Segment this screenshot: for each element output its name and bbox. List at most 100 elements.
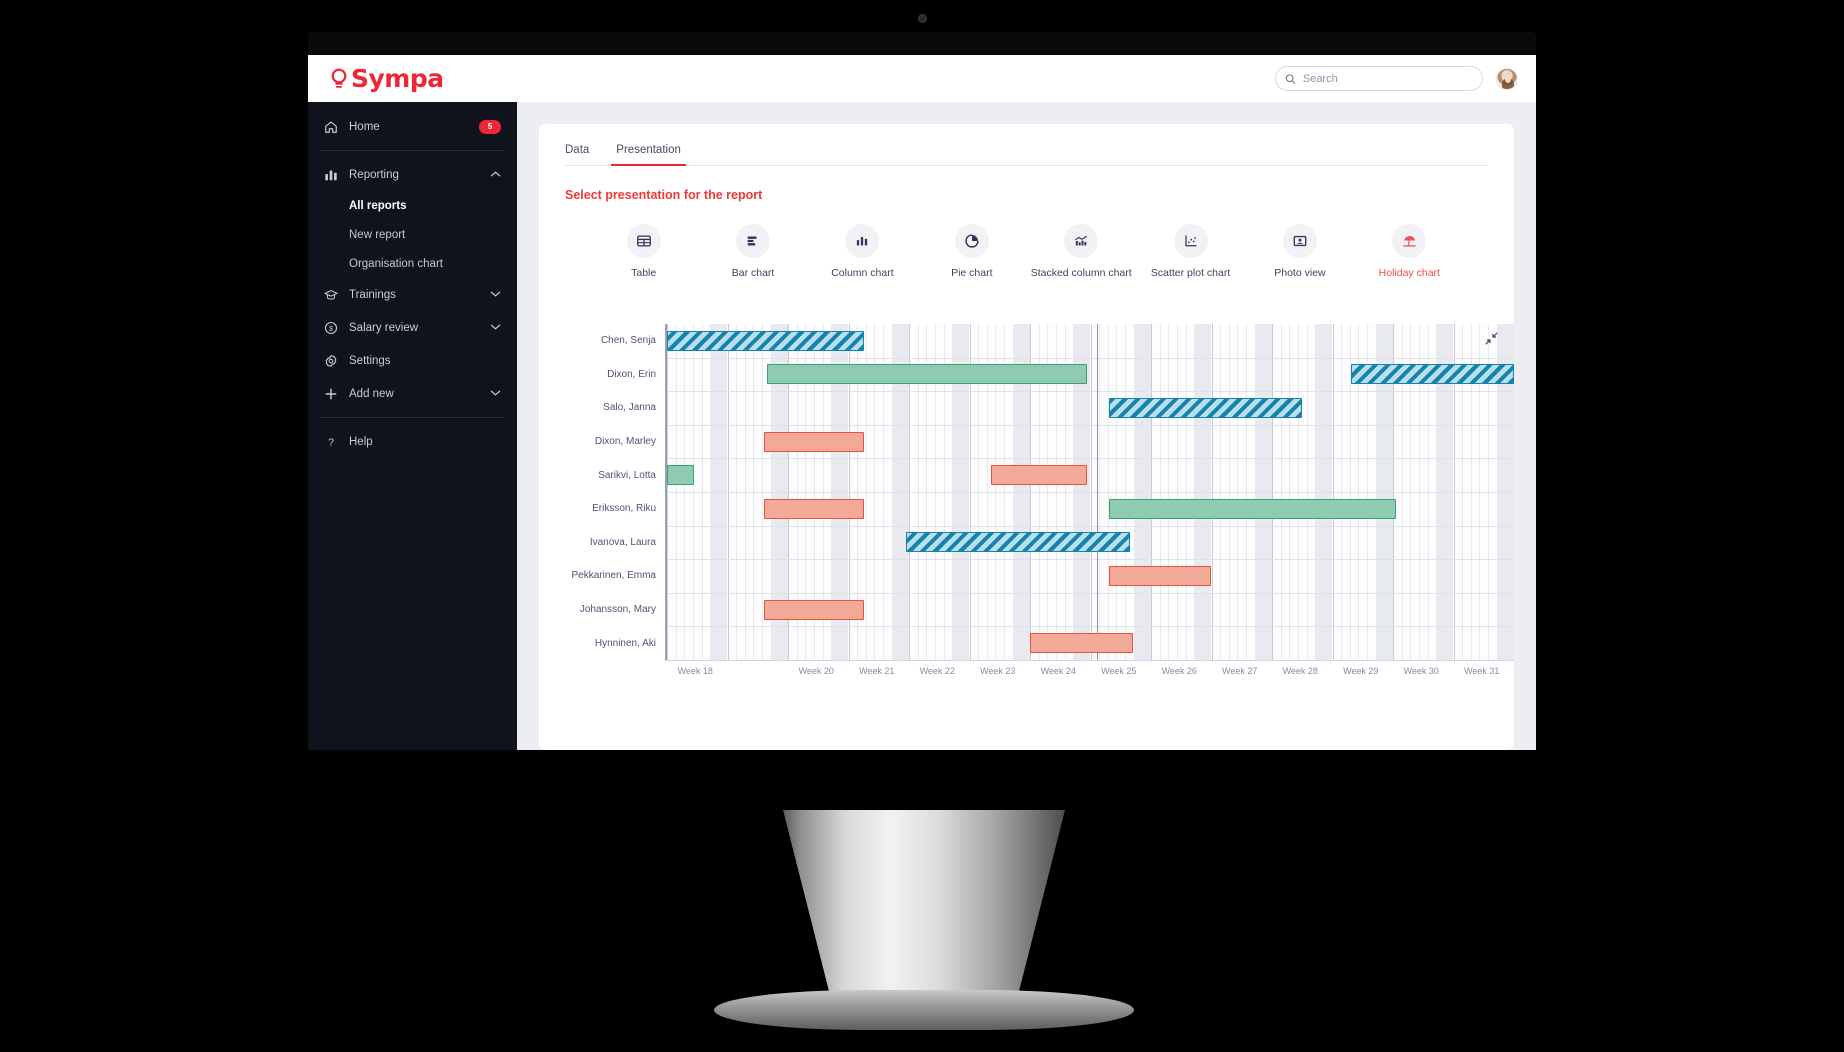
presentation-option-label: Pie chart <box>951 267 993 279</box>
svg-text:$: $ <box>329 325 333 332</box>
presentation-option-pie-chart[interactable]: Pie chart <box>917 224 1026 280</box>
tab-data[interactable]: Data <box>565 144 589 165</box>
sidebar-item-label: Reporting <box>349 168 399 181</box>
presentation-option-bar-chart[interactable]: Bar chart <box>698 224 807 280</box>
sidebar-item-label: Settings <box>349 354 391 367</box>
gantt-bar[interactable] <box>1350 364 1514 385</box>
sidebar-subitem-label: Organisation chart <box>349 257 443 270</box>
sidebar-item-organisation-chart[interactable]: Organisation chart <box>308 249 517 278</box>
sidebar-item-help[interactable]: ? Help <box>308 425 517 458</box>
gantt-bar[interactable] <box>766 364 1088 385</box>
presentation-option-column-chart[interactable]: Column chart <box>808 224 917 280</box>
holiday-gantt-chart: Chen, Senja Dixon, Erin Salo, Janna Dixon, … <box>565 324 1514 750</box>
monitor-stand-base <box>714 990 1134 1030</box>
gantt-plot-area[interactable] <box>665 324 1514 660</box>
graduation-cap-icon <box>324 288 338 302</box>
gantt-row-label: Johansson, Mary <box>579 604 656 616</box>
presentation-option-label: Photo view <box>1274 267 1326 279</box>
week-tick-label: Week 23 <box>980 666 1016 676</box>
scatter-plot-icon <box>1173 224 1208 258</box>
report-panel: Data Presentation Select presentation fo… <box>539 124 1514 750</box>
page-title: Select presentation for the report <box>565 188 763 202</box>
sidebar-divider-top <box>320 150 505 151</box>
presentation-option-photo-view[interactable]: Photo view <box>1245 224 1354 280</box>
gantt-row-label: Eriksson, Riku <box>592 503 656 515</box>
presentation-option-holiday-chart[interactable]: Holiday chart <box>1355 224 1464 280</box>
gantt-week-axis: Week 18 Week 20 Week 21 Week 22 Week 23 Week … <box>665 660 1514 682</box>
tab-presentation[interactable]: Presentation <box>611 144 686 166</box>
sidebar-item-salary-review[interactable]: $ Salary review <box>308 311 517 344</box>
gantt-bar[interactable] <box>1030 633 1133 654</box>
presentation-option-table[interactable]: Table <box>589 224 698 280</box>
photo-view-icon <box>1282 224 1317 258</box>
gantt-bar[interactable] <box>763 599 864 620</box>
week-tick-label: Week 24 <box>1040 666 1076 676</box>
presentation-option-scatter-plot-chart[interactable]: Scatter plot chart <box>1136 224 1245 280</box>
search-box[interactable] <box>1275 66 1483 91</box>
row-gridline <box>667 492 1514 493</box>
row-gridline <box>667 525 1514 527</box>
week-tick-label: Week 31 <box>1464 666 1500 676</box>
bar-chart-icon <box>324 168 338 182</box>
presentation-option-stacked-column-chart[interactable]: Stacked column chart <box>1027 224 1136 280</box>
week-tick-label: Week 22 <box>919 666 955 676</box>
sidebar-item-add-new[interactable]: Add new <box>308 377 517 410</box>
sidebar-item-label: Help <box>349 435 373 448</box>
gantt-bar[interactable] <box>667 330 864 351</box>
collapse-arrows-icon[interactable] <box>1485 332 1498 350</box>
search-icon <box>1285 73 1296 84</box>
week-tick-label: Week 26 <box>1161 666 1197 676</box>
gantt-bar[interactable] <box>763 498 864 519</box>
week-tick-label: Week 21 <box>859 666 895 676</box>
gantt-bar[interactable] <box>990 465 1088 486</box>
week-tick-label: Week 20 <box>798 666 834 676</box>
gantt-row-label: Ivanova, Laura <box>589 536 656 548</box>
lightbulb-icon <box>331 68 347 88</box>
column-chart-icon <box>845 224 880 258</box>
week-tick-label: Week 27 <box>1222 666 1258 676</box>
beach-umbrella-icon <box>1392 224 1427 258</box>
gantt-row-label: Hynninen, Aki <box>594 637 656 649</box>
svg-text:?: ? <box>328 436 334 448</box>
gantt-bar[interactable] <box>667 465 695 486</box>
week-tick-label: Week 30 <box>1403 666 1439 676</box>
gantt-bar[interactable] <box>905 532 1130 553</box>
top-header: Sympa <box>308 55 1536 102</box>
sidebar-item-all-reports[interactable]: All reports <box>308 191 517 220</box>
chevron-down-icon <box>490 322 501 334</box>
sidebar-item-reporting[interactable]: Reporting <box>308 158 517 191</box>
sidebar-item-new-report[interactable]: New report <box>308 220 517 249</box>
gantt-bar[interactable] <box>1108 398 1303 418</box>
row-gridline <box>667 424 1514 426</box>
sidebar-item-home[interactable]: Home 5 <box>308 110 517 143</box>
gear-icon <box>324 354 338 368</box>
presentation-option-label: Table <box>631 267 657 279</box>
chevron-down-icon <box>490 388 501 400</box>
gantt-row-label: Dixon, Marley <box>594 436 656 448</box>
tab-bar: Data Presentation <box>565 144 1488 166</box>
gantt-bar[interactable] <box>1108 566 1212 586</box>
sidebar-item-trainings[interactable]: Trainings <box>308 278 517 311</box>
webcam-icon <box>918 14 927 23</box>
sidebar: Home 5 Reporting All reports New report <box>308 102 517 750</box>
chevron-down-icon <box>490 289 501 301</box>
tab-label: Data <box>565 144 590 156</box>
presentation-picker: Table Bar chart Column chart Pie chart S… <box>565 224 1488 280</box>
avatar[interactable] <box>1496 67 1518 90</box>
sympa-logo[interactable]: Sympa <box>329 64 444 93</box>
home-icon <box>324 120 338 134</box>
gantt-row-label: Salo, Janna <box>603 402 656 414</box>
brand-wordmark: Sympa <box>351 64 444 93</box>
row-gridline <box>667 357 1514 359</box>
search-input[interactable] <box>1302 72 1473 85</box>
gantt-row-labels: Chen, Senja Dixon, Erin Salo, Janna Dixon, … <box>565 324 665 660</box>
presentation-option-label: Holiday chart <box>1378 267 1440 279</box>
sidebar-item-settings[interactable]: Settings <box>308 344 517 377</box>
week-tick-label: Week 25 <box>1101 666 1137 676</box>
gantt-bar[interactable] <box>1108 498 1397 519</box>
plus-icon <box>324 387 338 401</box>
tab-label: Presentation <box>616 144 681 156</box>
gantt-bar[interactable] <box>763 431 864 452</box>
row-gridline <box>667 559 1514 561</box>
sidebar-item-label: Salary review <box>349 321 419 334</box>
